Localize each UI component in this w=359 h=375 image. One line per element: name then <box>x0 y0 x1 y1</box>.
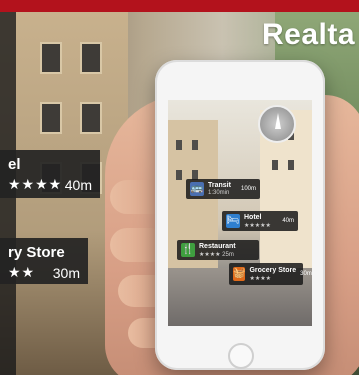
screen-window <box>272 160 278 170</box>
fork-knife-icon: 🍴 <box>181 243 195 257</box>
distance-label: 40m <box>282 218 294 224</box>
ar-tag-hotel[interactable]: 🛏 Hotel ★★★★★ 40m <box>222 211 298 231</box>
bus-icon: 🚌 <box>190 182 204 196</box>
screen-window <box>176 170 182 180</box>
distance-label: 100m <box>240 186 256 192</box>
bg-tag-grocery: ry Store ★★ 30m <box>0 238 88 284</box>
building-window <box>80 102 102 134</box>
rating-stars: ★★★★ 25m <box>199 251 234 258</box>
building-window <box>80 42 102 74</box>
distance-label: 30m <box>300 271 312 277</box>
distance-label: 40m <box>64 176 92 193</box>
home-button[interactable] <box>228 343 254 369</box>
screen-window <box>192 140 198 150</box>
ar-tag-name: Hotel <box>244 213 262 221</box>
bed-icon: 🛏 <box>226 214 240 228</box>
building-window <box>40 42 62 74</box>
screen-window <box>288 160 294 170</box>
distance-label: 30m <box>52 264 80 281</box>
rating-stars: ★★ <box>8 264 36 280</box>
screen-window <box>176 140 182 150</box>
bg-tag-hotel: el ★★★★ 40m <box>0 150 100 198</box>
brand-top-bar <box>0 0 359 12</box>
rating-stars: ★★★★ <box>8 176 63 192</box>
building-window <box>40 102 62 134</box>
ar-tag-name: Restaurant <box>199 242 236 250</box>
bg-tag-name: el <box>8 156 21 173</box>
rating-stars: ★★★★★ <box>244 222 271 229</box>
ar-tag-name: Transit <box>208 182 231 189</box>
ar-advert-scene: Realta el ★★★★ 40m ry Store ★★ 30m 🚌 Tra… <box>0 0 359 375</box>
compass-icon[interactable] <box>258 105 296 143</box>
headline-title: Realta <box>262 18 356 51</box>
ar-tag-grocery[interactable]: 🧺 Grocery Store ★★★★ 30m <box>229 263 312 285</box>
bg-tag-name: ry Store <box>8 244 65 261</box>
ar-tag-transit[interactable]: 🚌 Transit 1:30min 100m <box>186 179 260 199</box>
ar-tag-meta: 1:30min <box>208 190 230 196</box>
ar-tag-restaurant[interactable]: 🍴 Restaurant ★★★★ 25m <box>177 240 259 260</box>
rating-stars: ★★★★ <box>249 275 271 282</box>
ar-tag-name: Grocery Store <box>249 266 297 274</box>
basket-icon: 🧺 <box>233 267 246 281</box>
